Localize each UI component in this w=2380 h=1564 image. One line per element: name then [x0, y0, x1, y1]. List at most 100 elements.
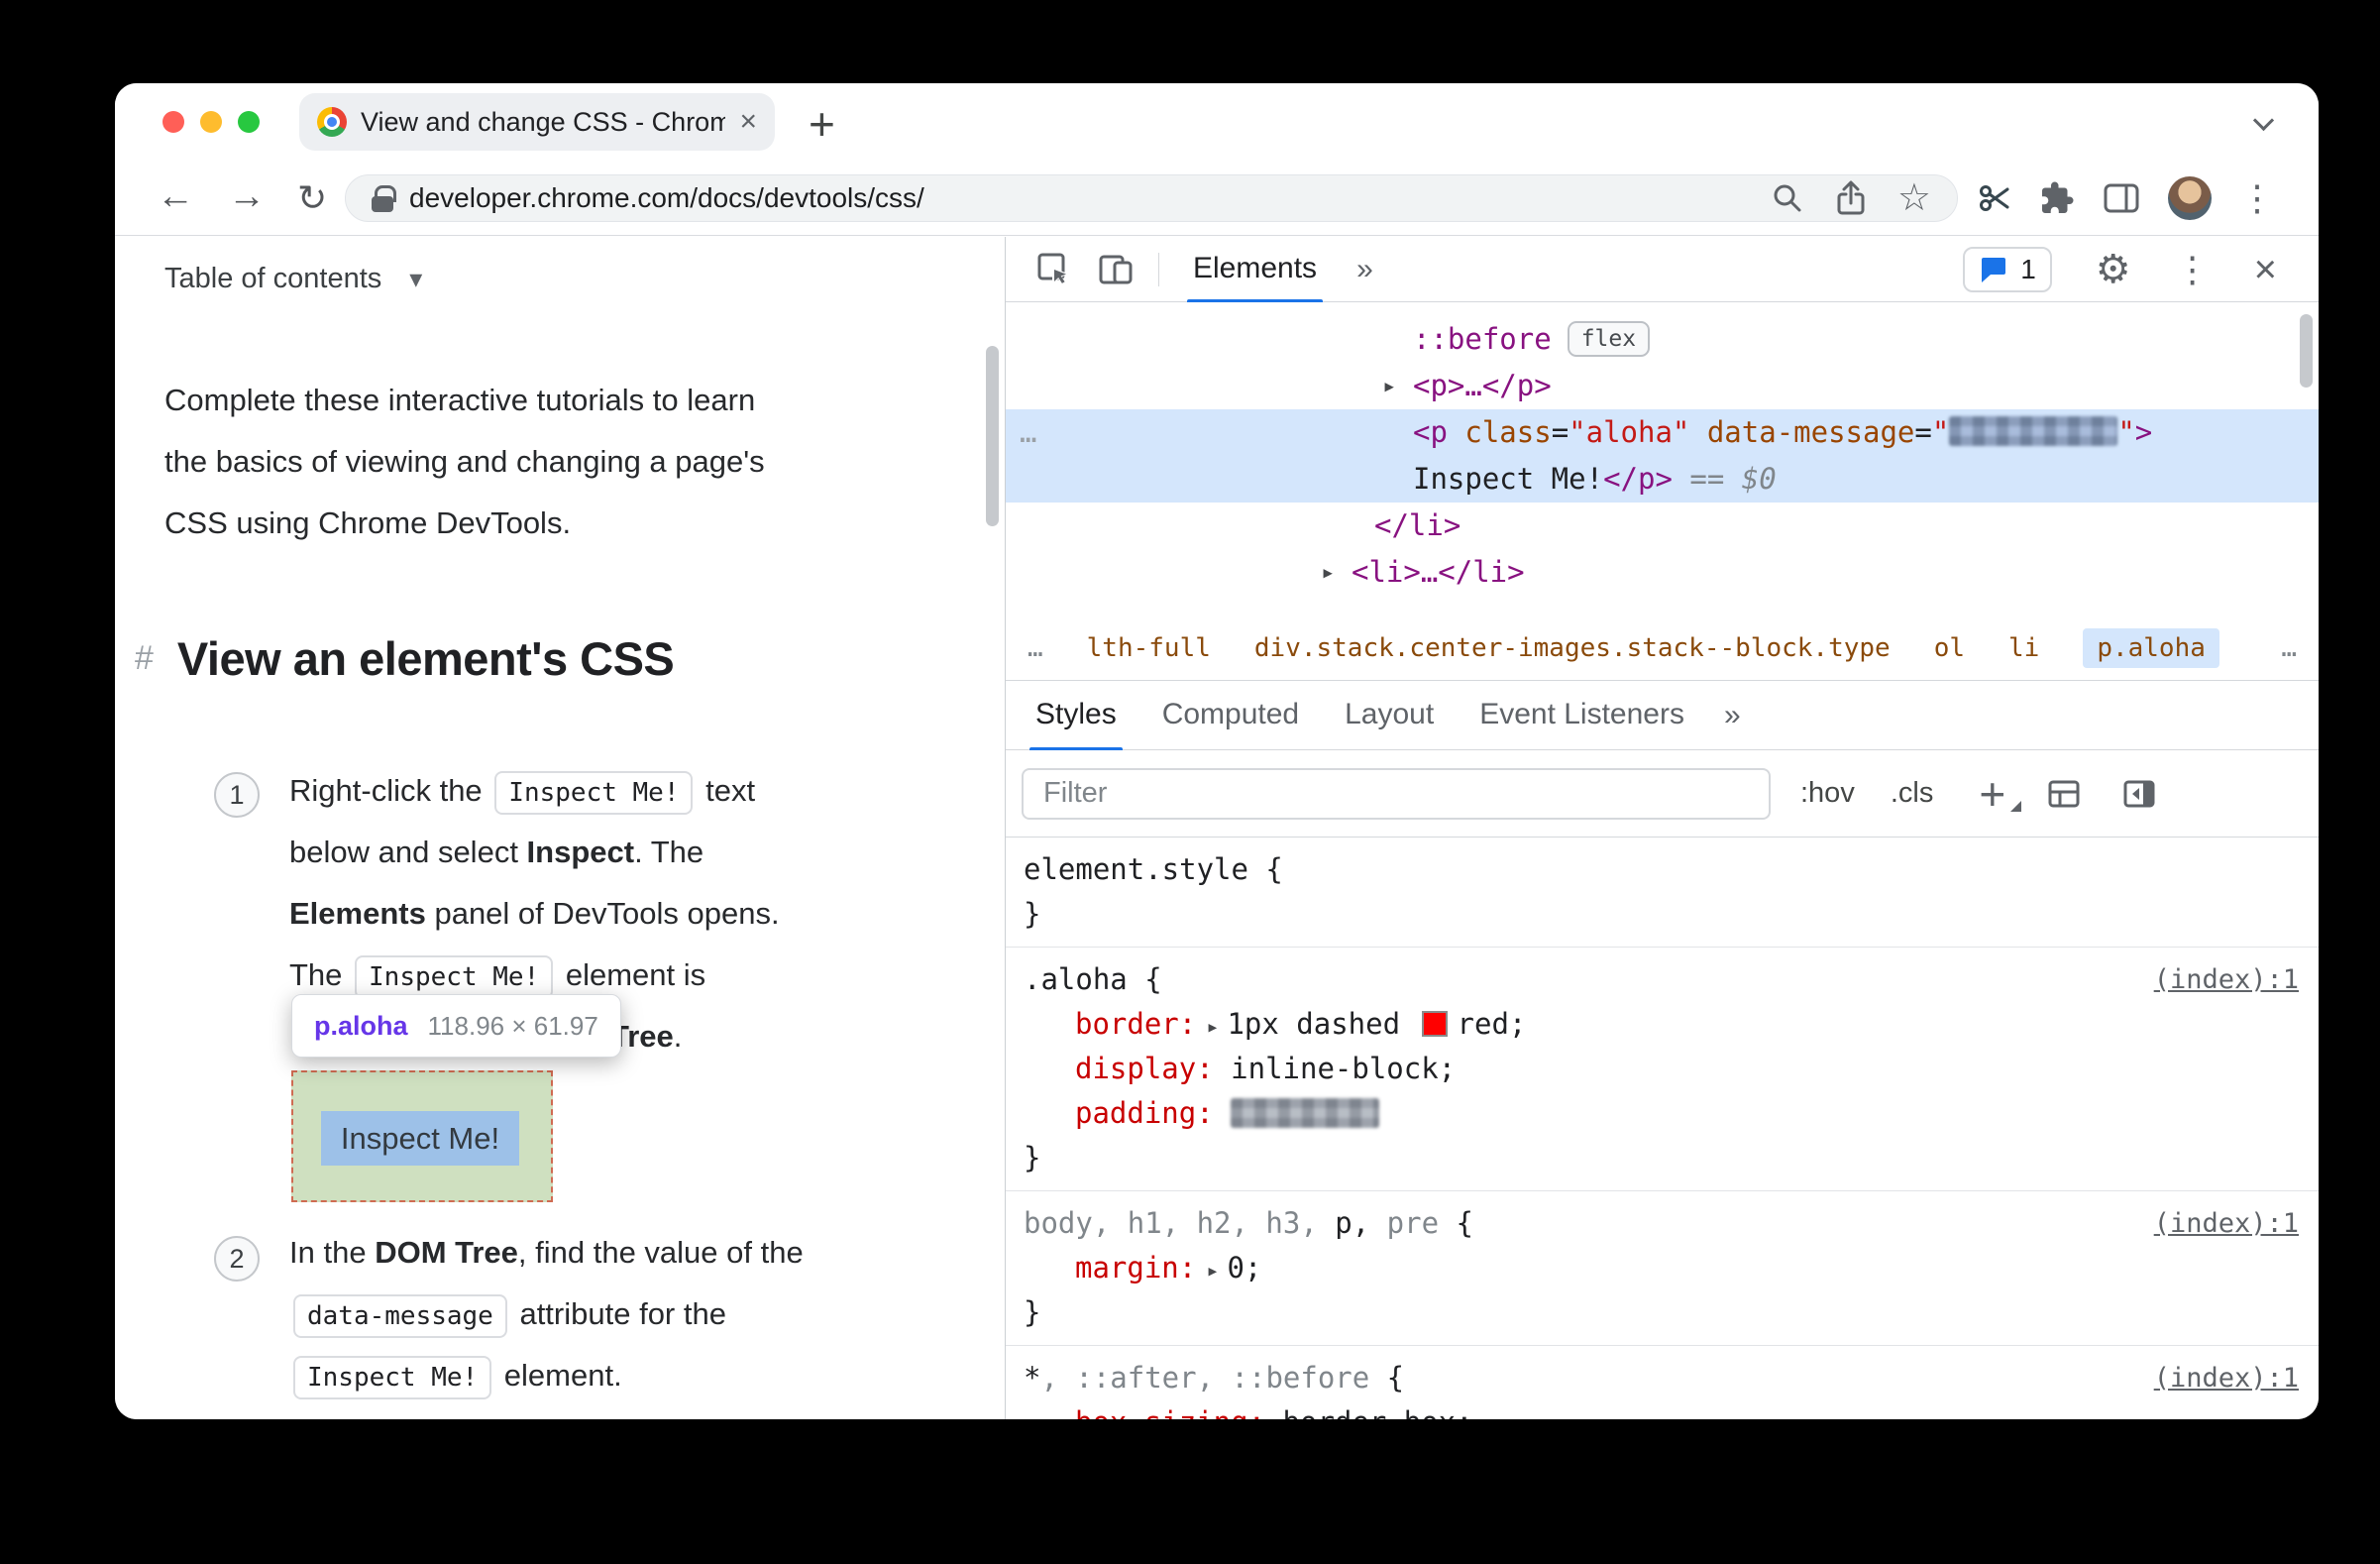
- declaration-padding[interactable]: padding:: [1024, 1091, 2319, 1136]
- forward-button[interactable]: →: [228, 175, 266, 218]
- bold-text: Inspect: [526, 835, 635, 869]
- issues-counter-badge[interactable]: 1: [1963, 246, 2052, 292]
- breadcrumb-item[interactable]: div.stack.center-images.stack--block.typ…: [1254, 633, 1891, 663]
- browser-menu-icon[interactable]: ⋮: [2239, 177, 2275, 219]
- brace: {: [1369, 1361, 1405, 1395]
- tab-elements[interactable]: Elements: [1183, 237, 1327, 302]
- breadcrumb-item[interactable]: ol: [1934, 633, 1965, 663]
- new-style-rule-button[interactable]: +: [1979, 771, 2022, 817]
- property-value: border-box;: [1265, 1405, 1473, 1419]
- devtools-menu-icon[interactable]: ⋮: [2175, 249, 2211, 290]
- declaration-display[interactable]: display: inline-block;: [1024, 1047, 2319, 1091]
- stylesheet-source-link[interactable]: (index):1: [2154, 957, 2299, 1002]
- table-of-contents-dropdown[interactable]: Table of contents ▾: [164, 263, 422, 295]
- color-swatch-red[interactable]: [1421, 1011, 1448, 1037]
- step-line: data-message attribute for the: [289, 1284, 993, 1345]
- breadcrumb-overflow[interactable]: …: [2281, 633, 2297, 663]
- property-name: border:: [1075, 1007, 1197, 1041]
- settings-gear-icon[interactable]: ⚙: [2096, 247, 2131, 292]
- flex-badge[interactable]: flex: [1567, 321, 1651, 357]
- dom-selected-node[interactable]: … <p class="aloha" data-message=" "> Insp…: [1006, 409, 2319, 503]
- rule-selector-line[interactable]: .aloha {: [1024, 957, 2319, 1002]
- toggle-hover-state-button[interactable]: :hov: [1800, 777, 1855, 810]
- intro-line: CSS using Chrome DevTools.: [164, 505, 572, 540]
- expand-arrow-icon[interactable]: ▸: [1382, 363, 1396, 409]
- scissors-extension-icon[interactable]: [1978, 181, 2011, 215]
- tab-computed[interactable]: Computed: [1152, 681, 1309, 750]
- more-panels-chevrons[interactable]: »: [1356, 253, 1373, 286]
- declaration-border[interactable]: border: ▸ 1px dashed red;: [1024, 1002, 2319, 1047]
- style-rule-element-style[interactable]: element.style { }: [1006, 838, 2319, 948]
- bookmark-star-icon[interactable]: ☆: [1897, 179, 1931, 217]
- styles-filter-input[interactable]: [1022, 767, 1771, 820]
- step-2-number: 2: [214, 1236, 260, 1282]
- back-button[interactable]: ←: [157, 175, 194, 218]
- rule-selector-line[interactable]: body, h1, h2, h3, p, pre {: [1024, 1201, 2319, 1246]
- address-bar[interactable]: developer.chrome.com/docs/devtools/css/ …: [345, 174, 1958, 222]
- stylesheet-source-link[interactable]: (index):1: [2154, 1356, 2299, 1400]
- attr-name: class: [1464, 415, 1552, 449]
- chevron-down-icon[interactable]: [2252, 109, 2275, 132]
- more-pane-tabs-chevrons[interactable]: »: [1724, 699, 1741, 732]
- tab-layout[interactable]: Layout: [1335, 681, 1444, 750]
- text: In the: [289, 1235, 376, 1270]
- docs-scrollbar-thumb[interactable]: [986, 346, 999, 526]
- inspect-me-element-highlight[interactable]: Inspect Me!: [291, 1070, 553, 1202]
- traffic-light-close-icon[interactable]: [162, 111, 184, 133]
- extensions-puzzle-icon[interactable]: [2039, 180, 2075, 216]
- traffic-light-minimize-icon[interactable]: [200, 111, 222, 133]
- zoom-magnifier-icon[interactable]: [1771, 181, 1804, 215]
- browser-toolbar: ← → ↻ developer.chrome.com/docs/devtools…: [115, 161, 2319, 236]
- breadcrumb-overflow[interactable]: …: [1028, 633, 1043, 663]
- stylesheet-source-link[interactable]: (index):1: [2154, 1201, 2299, 1246]
- inspect-me-content-highlight[interactable]: Inspect Me!: [321, 1111, 519, 1166]
- breadcrumb-item[interactable]: lth-full: [1087, 633, 1211, 663]
- tab-close-icon[interactable]: ×: [739, 107, 757, 137]
- toggle-class-button[interactable]: .cls: [1891, 777, 1934, 810]
- reload-button[interactable]: ↻: [297, 177, 327, 219]
- rule-selector-line[interactable]: element.style {: [1024, 847, 2319, 892]
- style-rule-body-headings[interactable]: (index):1 body, h1, h2, h3, p, pre { mar…: [1006, 1191, 2319, 1346]
- chat-bubble-icon: [1982, 257, 2006, 282]
- dom-scrollbar-thumb[interactable]: [2300, 314, 2313, 388]
- brace: }: [1024, 1141, 1041, 1174]
- breadcrumb-item[interactable]: li: [2008, 633, 2039, 663]
- style-rule-aloha[interactable]: (index):1 .aloha { border: ▸ 1px dashed re…: [1006, 948, 2319, 1191]
- inspect-element-icon[interactable]: [1035, 251, 1073, 288]
- expand-arrow-icon[interactable]: ▸: [1321, 549, 1335, 596]
- heading-anchor-hash[interactable]: #: [135, 639, 154, 678]
- intro-line: Complete these interactive tutorials to …: [164, 383, 756, 417]
- rule-selector-line[interactable]: *, ::after, ::before {: [1024, 1356, 2319, 1400]
- rendering-grid-icon[interactable]: [2047, 779, 2081, 809]
- inline-code-chip: data-message: [293, 1293, 507, 1339]
- expand-arrow-icon[interactable]: ▸: [1206, 1259, 1219, 1284]
- traffic-light-zoom-icon[interactable]: [238, 111, 260, 133]
- devtools-close-icon[interactable]: ×: [2254, 250, 2277, 289]
- tab-styles[interactable]: Styles: [1026, 681, 1127, 750]
- dom-node-li-collapsed[interactable]: ▸ <li>…</li>: [1006, 549, 2319, 596]
- side-panel-icon[interactable]: [2103, 181, 2140, 215]
- rule-close-line: }: [1024, 1136, 2319, 1180]
- tab-event-listeners[interactable]: Event Listeners: [1469, 681, 1694, 750]
- property-value: 1px dashed: [1227, 1007, 1418, 1041]
- declaration-margin[interactable]: margin: ▸ 0;: [1024, 1246, 2319, 1290]
- devtools-panel: Elements » 1 ⚙ ⋮ × ::before flex ▸ <p>…</p…: [1005, 237, 2319, 1419]
- toggle-computed-sidebar-icon[interactable]: [2122, 779, 2156, 809]
- quote: ": [1931, 415, 1950, 449]
- breadcrumb-item-selected[interactable]: p.aloha: [2083, 627, 2219, 668]
- browser-tab[interactable]: View and change CSS - Chrom ×: [299, 93, 775, 151]
- dom-node-p-collapsed[interactable]: ▸ <p>…</p>: [1006, 363, 2319, 409]
- dom-node-li-close[interactable]: </li>: [1006, 503, 2319, 549]
- declaration-box-sizing[interactable]: box-sizing: border-box;: [1024, 1400, 2319, 1419]
- style-rule-universal[interactable]: (index):1 *, ::after, ::before { box-siz…: [1006, 1346, 2319, 1419]
- share-icon[interactable]: [1834, 179, 1868, 217]
- new-tab-button[interactable]: +: [809, 97, 835, 151]
- text: panel of DevTools opens.: [425, 896, 780, 931]
- dom-node-before[interactable]: ::before flex: [1006, 316, 2319, 363]
- tag-close-bracket: >: [2134, 415, 2153, 449]
- device-toolbar-icon[interactable]: [1097, 252, 1135, 287]
- lock-icon[interactable]: [372, 184, 396, 212]
- expand-arrow-icon[interactable]: ▸: [1206, 1015, 1219, 1040]
- profile-avatar[interactable]: [2168, 176, 2212, 220]
- property-value: 0;: [1227, 1251, 1262, 1285]
